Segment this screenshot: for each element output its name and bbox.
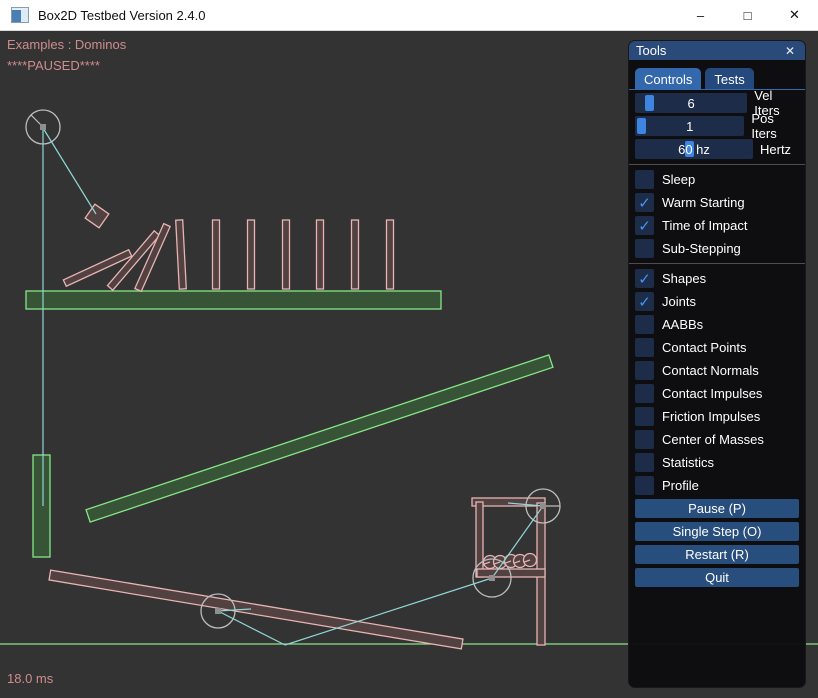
checkbox-row-sub-stepping: Sub-Stepping — [635, 239, 799, 258]
scene-shape — [40, 124, 46, 130]
checkbox-contact-impulses[interactable] — [635, 384, 654, 403]
checkbox-sleep[interactable] — [635, 170, 654, 189]
paused-label: ****PAUSED**** — [7, 58, 100, 73]
app-icon — [11, 7, 29, 23]
slider-label: Hertz — [760, 142, 791, 157]
checkbox-row-warm-starting: ✓ Warm Starting — [635, 193, 799, 212]
restart-button[interactable]: Restart (R) — [635, 545, 799, 564]
slider-label: Pos Iters — [751, 111, 799, 141]
checkbox-row-contact-points: Contact Points — [635, 338, 799, 357]
scene-shape — [489, 575, 495, 581]
checkbox-row-profile: Profile — [635, 476, 799, 495]
checkbox-center-of-masses[interactable] — [635, 430, 654, 449]
scene-shape — [213, 220, 220, 289]
checkbox-aabbs[interactable] — [635, 315, 654, 334]
checkbox-row-statistics: Statistics — [635, 453, 799, 472]
slider-vel-iters[interactable]: 6 — [635, 93, 747, 113]
slider-value: 6 — [635, 93, 747, 113]
slider-value: 1 — [635, 116, 744, 136]
checkbox-label: Contact Impulses — [662, 386, 762, 401]
checkbox-row-contact-impulses: Contact Impulses — [635, 384, 799, 403]
os-titlebar[interactable]: Box2D Testbed Version 2.4.0 – □ ✕ — [0, 0, 818, 31]
scene-shape — [283, 220, 290, 289]
scene-shape — [176, 220, 187, 289]
checkbox-label: Friction Impulses — [662, 409, 760, 424]
scene-shape — [33, 455, 50, 557]
checkbox-row-shapes: ✓ Shapes — [635, 269, 799, 288]
slider-row-hertz: 60 hz Hertz — [635, 139, 799, 159]
single-step-button[interactable]: Single Step (O) — [635, 522, 799, 541]
scene-shape — [352, 220, 359, 289]
checkbox-label: Warm Starting — [662, 195, 745, 210]
checkbox-joints[interactable]: ✓ — [635, 292, 654, 311]
checkbox-label: Time of Impact — [662, 218, 747, 233]
app-window: Box2D Testbed Version 2.4.0 – □ ✕ Exampl… — [0, 0, 818, 698]
checkbox-label: Profile — [662, 478, 699, 493]
minimize-button[interactable]: – — [677, 0, 724, 30]
checkbox-row-aabbs: AABBs — [635, 315, 799, 334]
scene-shape — [86, 355, 553, 522]
tools-panel-title: Tools — [636, 43, 782, 58]
scene-shape — [85, 204, 109, 228]
checkbox-label: Joints — [662, 294, 696, 309]
checkbox-label: Sleep — [662, 172, 695, 187]
slider-hertz[interactable]: 60 hz — [635, 139, 753, 159]
slider-value: 60 hz — [635, 139, 753, 159]
scene-shape — [26, 291, 441, 309]
scene-shape — [387, 220, 394, 289]
maximize-button[interactable]: □ — [724, 0, 771, 30]
close-button[interactable]: ✕ — [771, 0, 818, 30]
checkbox-label: Sub-Stepping — [662, 241, 741, 256]
checkbox-profile[interactable] — [635, 476, 654, 495]
tools-panel-titlebar[interactable]: Tools ✕ — [629, 41, 805, 60]
tab-controls[interactable]: Controls — [635, 68, 701, 89]
scene-shape — [215, 608, 221, 614]
separator — [629, 164, 805, 165]
checkbox-time-of-impact[interactable]: ✓ — [635, 216, 654, 235]
slider-pos-iters[interactable]: 1 — [635, 116, 744, 136]
quit-button[interactable]: Quit — [635, 568, 799, 587]
checkbox-label: Contact Points — [662, 340, 747, 355]
checkbox-label: AABBs — [662, 317, 703, 332]
tools-panel: Tools ✕ ControlsTests 6Vel Iters1Pos Ite… — [628, 40, 806, 688]
checkbox-row-time-of-impact: ✓ Time of Impact — [635, 216, 799, 235]
frame-time-label: 18.0 ms — [7, 671, 53, 686]
checkbox-row-sleep: Sleep — [635, 170, 799, 189]
checkbox-label: Center of Masses — [662, 432, 764, 447]
checkbox-row-center-of-masses: Center of Masses — [635, 430, 799, 449]
checkbox-label: Shapes — [662, 271, 706, 286]
checkbox-shapes[interactable]: ✓ — [635, 269, 654, 288]
scene-shape — [540, 503, 546, 509]
scene-shape — [317, 220, 324, 289]
checkbox-statistics[interactable] — [635, 453, 654, 472]
panel-close-icon[interactable]: ✕ — [782, 43, 798, 59]
window-title: Box2D Testbed Version 2.4.0 — [38, 8, 205, 23]
scene-shape — [43, 128, 96, 214]
tab-tests[interactable]: Tests — [705, 68, 753, 89]
slider-row-vel-iters: 6Vel Iters — [635, 93, 799, 113]
checkbox-sub-stepping[interactable] — [635, 239, 654, 258]
checkbox-contact-normals[interactable] — [635, 361, 654, 380]
scene-shape — [248, 220, 255, 289]
checkbox-label: Contact Normals — [662, 363, 759, 378]
checkbox-row-joints: ✓ Joints — [635, 292, 799, 311]
example-label: Examples : Dominos — [7, 37, 126, 52]
checkbox-row-friction-impulses: Friction Impulses — [635, 407, 799, 426]
scene-shape — [49, 570, 463, 649]
checkbox-contact-points[interactable] — [635, 338, 654, 357]
tab-bar: ControlsTests — [635, 68, 799, 89]
slider-row-pos-iters: 1Pos Iters — [635, 116, 799, 136]
separator — [629, 263, 805, 264]
checkbox-row-contact-normals: Contact Normals — [635, 361, 799, 380]
checkbox-warm-starting[interactable]: ✓ — [635, 193, 654, 212]
pause-button[interactable]: Pause (P) — [635, 499, 799, 518]
checkbox-friction-impulses[interactable] — [635, 407, 654, 426]
checkbox-label: Statistics — [662, 455, 714, 470]
